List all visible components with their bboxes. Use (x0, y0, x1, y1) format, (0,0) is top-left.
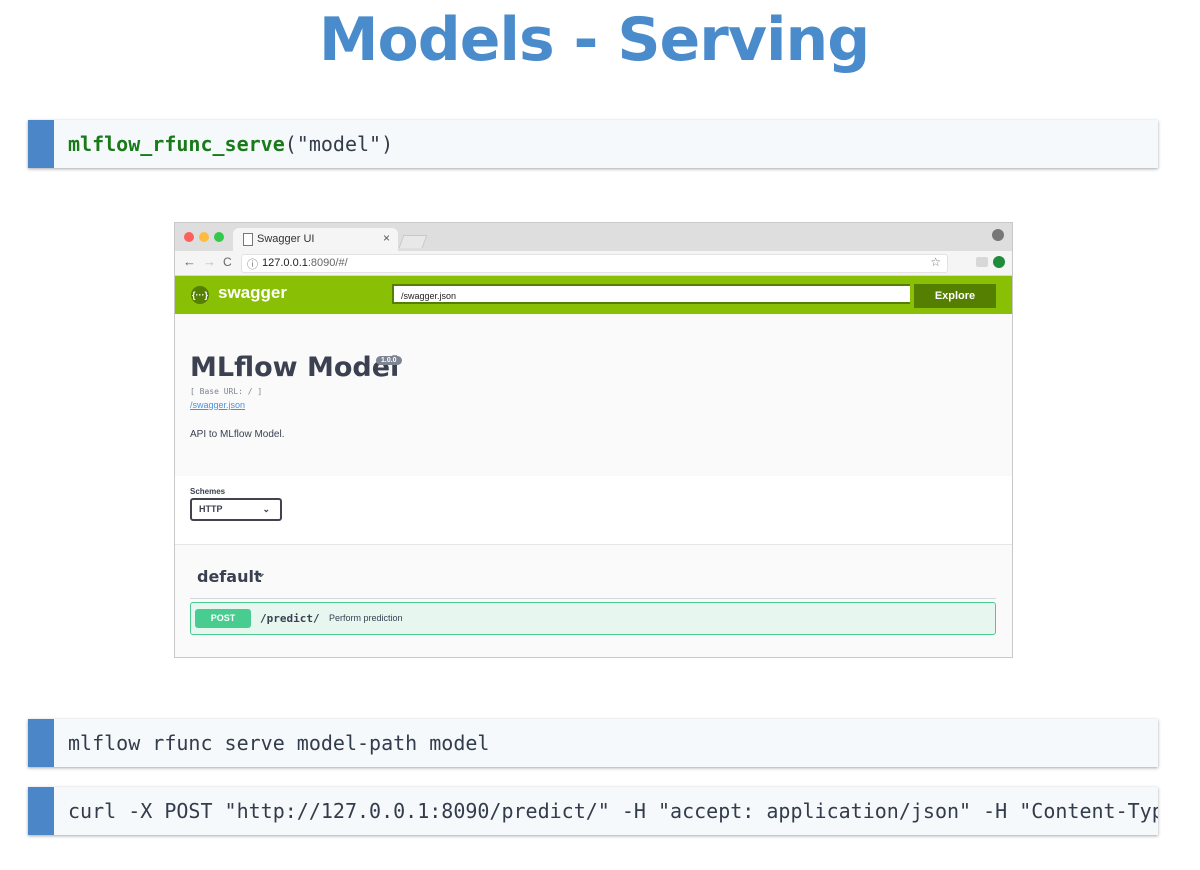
base-url: [ Base URL: / ] (190, 387, 263, 396)
schemes-section: Schemes HTTP ⌄ (175, 476, 1012, 545)
code-block-r-call: mlflow_rfunc_serve("model") (28, 120, 1158, 168)
schemes-select[interactable]: HTTP ⌄ (190, 498, 282, 521)
code-block-accent (28, 719, 54, 767)
operation-path: /predict/ (260, 612, 320, 625)
tag-default[interactable]: default (197, 567, 262, 586)
chevron-down-icon[interactable]: ⌄ (255, 564, 267, 581)
code-paren-open: ( (284, 132, 297, 156)
url-host: 127.0.0.1 (262, 257, 308, 269)
code-function-name: mlflow_rfunc_serve (68, 132, 285, 156)
forward-icon[interactable]: → (203, 254, 216, 269)
version-badge: 1.0.0 (376, 356, 402, 365)
tag-divider (190, 598, 996, 599)
tab-close-icon[interactable]: × (383, 231, 390, 245)
browser-tab[interactable]: Swagger UI × (233, 228, 398, 251)
extension-icon[interactable] (976, 257, 988, 267)
back-icon[interactable]: ← (183, 254, 196, 269)
code-text: mlflow rfunc serve model-path model (68, 731, 490, 755)
swagger-logo-icon: {···} (191, 286, 209, 304)
extension-green-icon[interactable] (993, 256, 1005, 268)
code-text: curl -X POST "http://127.0.0.1:8090/pred… (68, 799, 1158, 823)
operations-section: default ⌄ POST /predict/ Perform predict… (175, 545, 1012, 657)
browser-toolbar: ← → C ⓘ 127.0.0.1:8090/#/ ☆ (175, 251, 1012, 276)
spec-link[interactable]: /swagger.json (190, 400, 245, 410)
minimize-window-dot[interactable] (199, 232, 209, 242)
chevron-down-icon: ⌄ (262, 504, 270, 514)
explore-button[interactable]: Explore (914, 284, 996, 308)
slide-title: Models - Serving (318, 5, 870, 75)
schemes-selected-value: HTTP (199, 504, 223, 514)
info-icon[interactable]: ⓘ (247, 256, 258, 272)
code-block-accent (28, 120, 54, 168)
code-text: mlflow_rfunc_serve("model") (68, 120, 393, 168)
method-badge: POST (195, 609, 251, 628)
tab-title: Swagger UI (257, 233, 315, 245)
api-info-section: MLflow Model 1.0.0 [ Base URL: / ] /swag… (175, 314, 1012, 476)
close-window-dot[interactable] (184, 232, 194, 242)
swagger-header: {···} swagger /swagger.json Explore (175, 276, 1012, 314)
api-description: API to MLflow Model. (190, 429, 285, 440)
operation-predict[interactable]: POST /predict/ Perform prediction (190, 602, 996, 635)
bookmark-star-icon[interactable]: ☆ (930, 255, 941, 269)
spec-url-input[interactable]: /swagger.json (392, 284, 910, 304)
profile-icon[interactable] (992, 229, 1004, 241)
maximize-window-dot[interactable] (214, 232, 224, 242)
operation-summary: Perform prediction (329, 613, 403, 623)
browser-screenshot: Swagger UI × ← → C ⓘ 127.0.0.1:8090/#/ ☆… (174, 222, 1013, 658)
code-block-cli: mlflow rfunc serve model-path model (28, 719, 1158, 767)
document-icon (243, 233, 253, 246)
url-rest: :8090/#/ (307, 257, 348, 269)
address-url: 127.0.0.1:8090/#/ (262, 257, 348, 269)
code-block-curl: curl -X POST "http://127.0.0.1:8090/pred… (28, 787, 1158, 835)
browser-tab-bar: Swagger UI × (175, 223, 1012, 251)
new-tab-button[interactable] (398, 235, 428, 248)
code-string-arg: "model" (296, 132, 382, 156)
schemes-label: Schemes (190, 487, 226, 496)
reload-icon[interactable]: C (223, 255, 232, 269)
swagger-brand: swagger (218, 283, 287, 302)
code-paren-close: ) (381, 132, 394, 156)
address-bar[interactable]: ⓘ 127.0.0.1:8090/#/ ☆ (241, 254, 948, 273)
api-title: MLflow Model (190, 352, 400, 383)
code-block-accent (28, 787, 54, 835)
